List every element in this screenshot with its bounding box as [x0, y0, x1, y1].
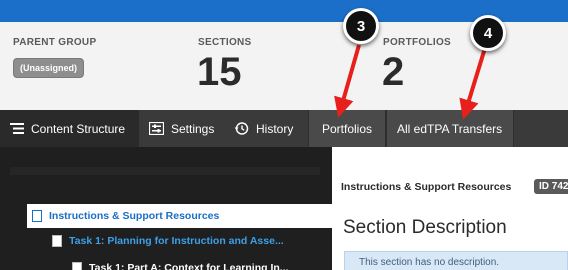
parent-group-badge[interactable]: (Unassigned) [13, 58, 85, 78]
tab-content-structure-label: Content Structure [31, 121, 126, 136]
portfolios-count: 2 [382, 50, 405, 94]
tab-portfolios[interactable]: Portfolios [308, 110, 386, 147]
tab-all-edtpa-transfers-label: All edTPA Transfers [397, 121, 503, 136]
tab-history-label: History [256, 121, 294, 136]
tab-settings-label: Settings [171, 121, 215, 136]
callout-4-marker: 4 [470, 15, 506, 51]
tab-portfolios-label: Portfolios [322, 121, 373, 136]
document-icon [72, 262, 82, 270]
sections-label: SECTIONS [198, 37, 252, 48]
tab-bar: Content Structure Settings History Portf… [0, 110, 568, 147]
section-description-heading: Section Description [343, 217, 507, 238]
tab-settings[interactable]: Settings [139, 110, 225, 147]
section-detail-panel: Instructions & Support Resources ID 742 … [332, 147, 568, 270]
document-icon [32, 210, 42, 222]
settings-icon [149, 121, 164, 136]
tree-item-task1-part-a[interactable]: Task 1: Part A: Context for Learning In.… [72, 256, 289, 270]
tree-item-selected[interactable]: Instructions & Support Resources [27, 204, 332, 228]
empty-description-notice: This section has no description. [344, 251, 568, 270]
history-icon [234, 121, 249, 136]
portfolios-label: PORTFOLIOS [383, 37, 451, 48]
section-id-badge: ID 742 [534, 179, 568, 194]
tab-history[interactable]: History [225, 110, 308, 147]
parent-group-label: PARENT GROUP [13, 37, 97, 48]
tab-all-edtpa-transfers[interactable]: All edTPA Transfers [386, 110, 514, 147]
callout-3-marker: 3 [343, 8, 379, 44]
tree-item-task1[interactable]: Task 1: Planning for Instruction and Ass… [52, 229, 284, 253]
tree-item-label: Task 1: Planning for Instruction and Ass… [69, 235, 284, 247]
tab-content-structure[interactable]: Content Structure [0, 110, 139, 147]
section-title: Instructions & Support Resources [341, 181, 512, 193]
tree-item-label: Instructions & Support Resources [49, 210, 220, 222]
list-icon [9, 121, 24, 136]
document-icon [52, 235, 62, 247]
tree-item-label: Task 1: Part A: Context for Learning In.… [89, 262, 289, 270]
sections-count: 15 [197, 50, 242, 94]
tree-header-divider [10, 167, 320, 175]
